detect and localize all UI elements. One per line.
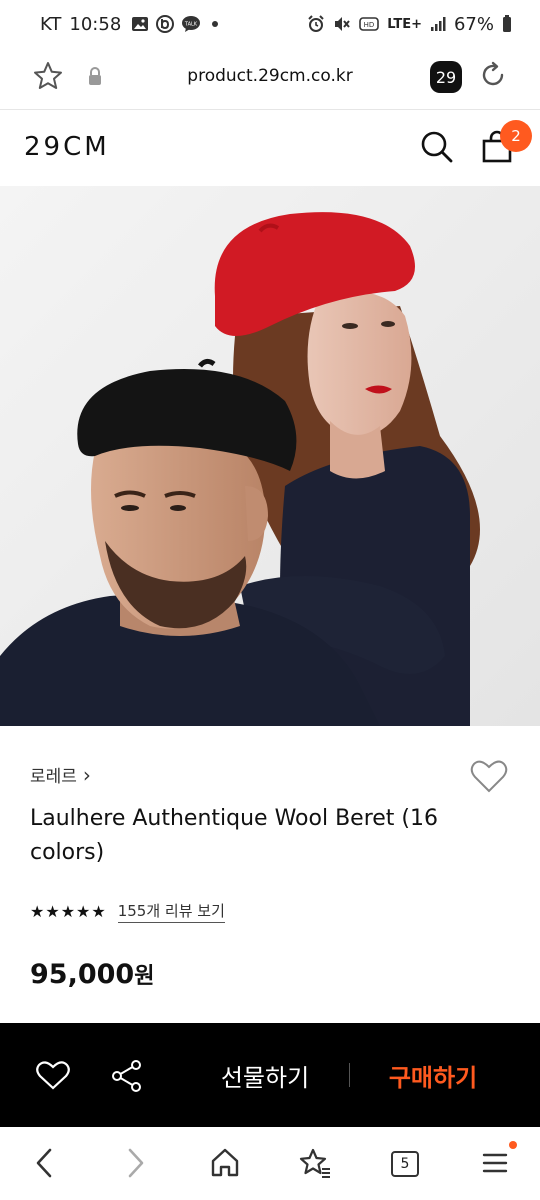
reload-icon[interactable] <box>478 60 508 90</box>
signal-icon <box>430 17 446 31</box>
browser-bottom-nav: 5 <box>0 1127 540 1200</box>
svg-text:TALK: TALK <box>184 22 198 28</box>
share-icon[interactable] <box>110 1059 144 1093</box>
home-icon[interactable] <box>210 1147 240 1179</box>
like-heart-icon[interactable] <box>36 1059 70 1091</box>
more-notifications-dot <box>212 21 219 27</box>
alarm-icon <box>308 15 324 32</box>
search-icon[interactable] <box>420 130 454 164</box>
carrier-label: KT <box>40 13 62 35</box>
menu-icon[interactable] <box>482 1147 508 1179</box>
bookmarks-icon[interactable] <box>298 1147 332 1179</box>
wishlist-heart-icon[interactable] <box>470 758 508 794</box>
brand-link[interactable]: 로레르 › <box>30 762 91 788</box>
kakaotalk-icon: TALK <box>182 16 201 32</box>
tabs-button[interactable]: 5 <box>391 1151 419 1177</box>
product-image[interactable] <box>0 186 540 726</box>
browser-address-bar: product.29cm.co.kr 29 <box>0 48 540 110</box>
star-icon: ★ <box>60 901 76 921</box>
gift-button[interactable]: 선물하기 <box>200 1053 330 1097</box>
gallery-icon <box>132 17 149 31</box>
rating-row: ★ ★ ★ ★ ★ 155개 리뷰 보기 <box>30 900 225 923</box>
hd-voice-icon: HD <box>359 17 380 31</box>
site-logo[interactable]: 29CM <box>24 132 110 162</box>
buy-button[interactable]: 구매하기 <box>368 1053 498 1097</box>
star-icon: ★ <box>76 901 91 921</box>
star-rating: ★ ★ ★ ★ ★ <box>30 902 106 922</box>
status-bar: KT 10:58 TALK HD LTE+ 67% <box>0 0 540 48</box>
product-title: Laulhere Authentique Wool Beret (16 colo… <box>30 806 438 865</box>
product-photo-illustration <box>0 186 540 726</box>
mute-icon <box>335 17 350 31</box>
price-amount: 95,000 <box>30 959 135 990</box>
time-label: 10:58 <box>69 13 122 35</box>
forward-icon[interactable] <box>126 1147 146 1179</box>
reviews-link[interactable]: 155개 리뷰 보기 <box>117 900 225 923</box>
network-type-label: LTE+ <box>387 16 422 32</box>
band-app-icon <box>156 15 175 33</box>
open-tabs-button[interactable]: 29 <box>430 61 462 93</box>
brand-name: 로레르 <box>30 767 77 787</box>
star-icon: ★ <box>91 901 106 921</box>
star-icon: ★ <box>45 901 60 921</box>
cart-count-badge: 2 <box>500 120 532 152</box>
action-divider <box>349 1063 350 1087</box>
menu-notification-dot <box>509 1141 517 1149</box>
star-icon: ★ <box>30 901 45 921</box>
battery-icon <box>503 15 511 32</box>
purchase-action-bar: 선물하기 구매하기 <box>0 1023 540 1127</box>
site-header: 29CM 2 <box>0 110 540 186</box>
price-unit: 원 <box>134 964 155 989</box>
svg-text:HD: HD <box>364 21 375 29</box>
battery-percent: 67% <box>453 13 494 35</box>
chevron-right-icon: › <box>82 762 91 787</box>
product-price: 95,000원 <box>30 958 154 990</box>
back-icon[interactable] <box>34 1147 54 1179</box>
